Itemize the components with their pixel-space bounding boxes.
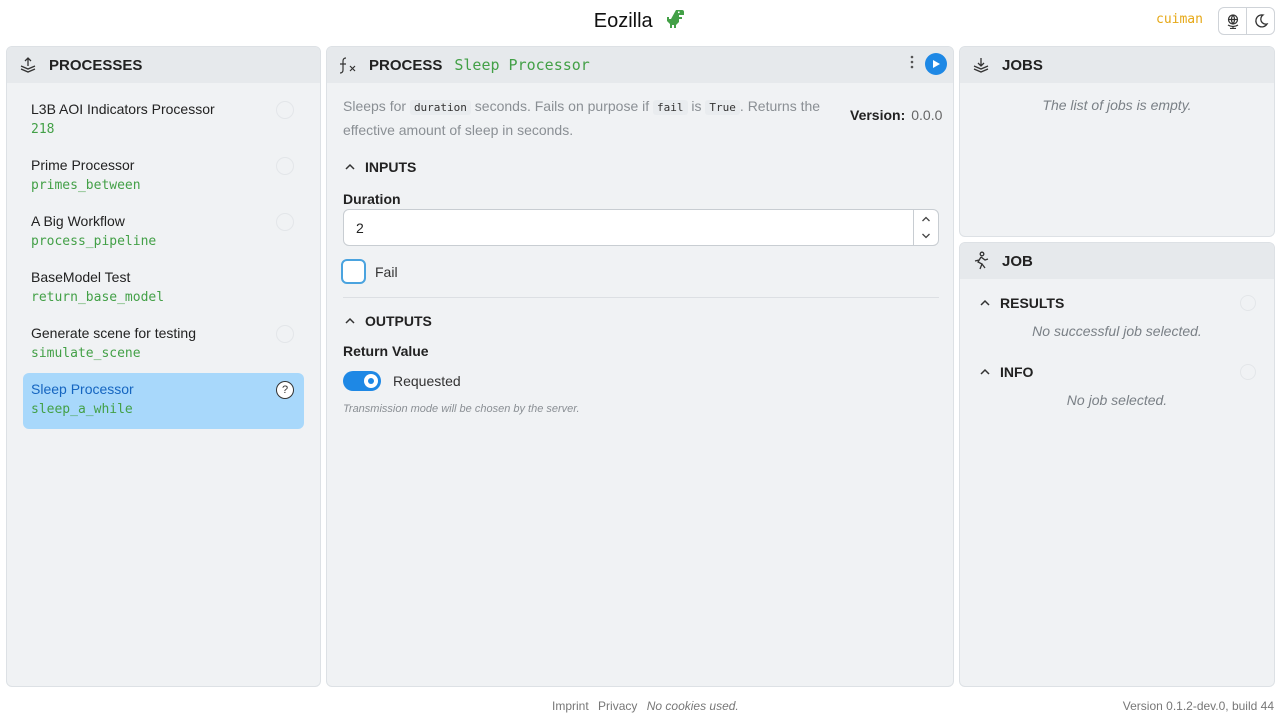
job-panel: JOB RESULTS No successful job selected. … [959,242,1275,687]
cookies-note: No cookies used. [646,699,739,713]
transmission-hint: Transmission mode will be chosen by the … [343,403,580,415]
duration-input[interactable]: 2 [343,209,939,246]
info-section-toggle[interactable]: INFO [978,364,1033,380]
outputs-section-toggle[interactable]: OUTPUTS [343,313,432,329]
dinosaur-logo-icon [664,8,686,35]
jobs-empty-message: The list of jobs is empty. [1042,97,1192,113]
process-name: A Big Workflow [31,213,125,229]
description-text: is [687,98,706,114]
running-person-icon [970,250,992,272]
duration-value: 2 [356,220,364,236]
privacy-link[interactable]: Privacy [598,699,637,713]
help-icon[interactable] [276,157,294,175]
process-item-l3b-aoi[interactable]: L3B AOI Indicators Processor 218 [23,93,304,149]
process-actions [909,53,947,75]
duration-label: Duration [343,191,401,207]
description-text: Sleeps for [343,98,410,114]
app-title-text: Eozilla [593,10,653,32]
processes-panel: PROCESSES L3B AOI Indicators Processor 2… [6,46,321,687]
process-item-generate-scene[interactable]: Generate scene for testing simulate_scen… [23,317,304,373]
results-empty-message: No successful job selected. [1032,323,1202,339]
process-panel: PROCESS Sleep Processor Sleeps for durat… [326,46,954,687]
process-description: Sleeps for duration seconds. Fails on pu… [343,95,833,141]
fail-checkbox[interactable] [341,259,366,284]
help-icon[interactable] [276,101,294,119]
info-empty-message: No job selected. [1066,392,1168,408]
processes-panel-header: PROCESSES [7,47,320,83]
stepper-up-icon [922,216,930,222]
version-label: Version: [850,107,906,123]
imprint-link[interactable]: Imprint [552,699,589,713]
app-title: Eozilla [0,8,1280,34]
toggle-knob [364,374,378,388]
footer-links: Imprint Privacy No cookies used. [552,699,745,713]
jobs-panel: JOBS The list of jobs is empty. [959,46,1275,237]
inputs-section-toggle[interactable]: INPUTS [343,159,416,175]
section-divider [343,297,939,298]
moon-icon[interactable] [1246,8,1274,34]
more-vertical-icon[interactable] [909,54,915,74]
user-name[interactable]: cuiman [1156,12,1203,27]
selected-process-name: Sleep Processor [454,56,590,74]
help-icon[interactable] [276,325,294,343]
jobs-panel-title: JOBS [1002,56,1043,74]
results-section-toggle[interactable]: RESULTS [978,295,1064,311]
globe-icon[interactable] [1219,8,1246,34]
chevron-up-icon [343,163,357,171]
help-icon[interactable] [276,213,294,231]
process-id: simulate_scene [31,346,141,361]
process-id: return_base_model [31,290,165,305]
chevron-up-icon [343,317,357,325]
download-stack-icon [970,54,992,76]
job-panel-header: JOB [960,243,1274,279]
results-help-icon[interactable] [1240,295,1256,311]
stepper-down-icon [922,233,930,239]
job-panel-title: JOB [1002,252,1033,270]
chevron-up-icon [978,299,992,307]
process-id: sleep_a_while [31,402,133,417]
version-value: 0.0.0 [911,107,943,123]
duration-stepper[interactable] [913,210,938,245]
description-text: seconds. Fails on purpose if [470,98,654,114]
results-title: RESULTS [1000,295,1065,311]
jobs-panel-header: JOBS [960,47,1274,83]
app-version: Version 0.1.2-dev.0, build 44 [1122,699,1274,713]
process-id: process_pipeline [31,234,157,249]
upload-stack-icon [17,54,39,76]
return-value-label: Return Value [343,343,429,359]
process-name: BaseModel Test [31,269,131,285]
description-code: fail [653,100,688,115]
play-icon [933,60,940,68]
function-icon [337,54,359,76]
fail-label[interactable]: Fail [375,264,398,280]
info-help-icon[interactable] [1240,364,1256,380]
chevron-up-icon [978,368,992,376]
process-panel-header: PROCESS Sleep Processor [327,47,953,83]
outputs-title: OUTPUTS [365,313,432,329]
help-icon[interactable]: ? [276,381,294,399]
process-id: 218 [31,122,55,137]
process-item-sleep[interactable]: Sleep Processor sleep_a_while ? [23,373,304,429]
process-panel-title: PROCESS [369,56,443,74]
requested-toggle[interactable] [343,371,381,391]
run-process-button[interactable] [925,53,947,75]
process-item-big-workflow[interactable]: A Big Workflow process_pipeline [23,205,304,261]
process-item-basemodel-test[interactable]: BaseModel Test return_base_model [23,261,304,317]
process-name: L3B AOI Indicators Processor [31,101,215,117]
header-button-group [1218,7,1275,35]
process-id: primes_between [31,178,141,193]
process-name: Prime Processor [31,157,135,173]
process-version: Version: 0.0.0 [850,107,942,123]
description-code: duration [409,100,471,115]
info-title: INFO [1000,364,1034,380]
processes-panel-title: PROCESSES [49,56,143,74]
process-item-prime[interactable]: Prime Processor primes_between [23,149,304,205]
inputs-title: INPUTS [365,159,417,175]
description-code: True [705,100,740,115]
process-name: Sleep Processor [31,381,134,397]
requested-label[interactable]: Requested [393,373,461,389]
process-name: Generate scene for testing [31,325,196,341]
